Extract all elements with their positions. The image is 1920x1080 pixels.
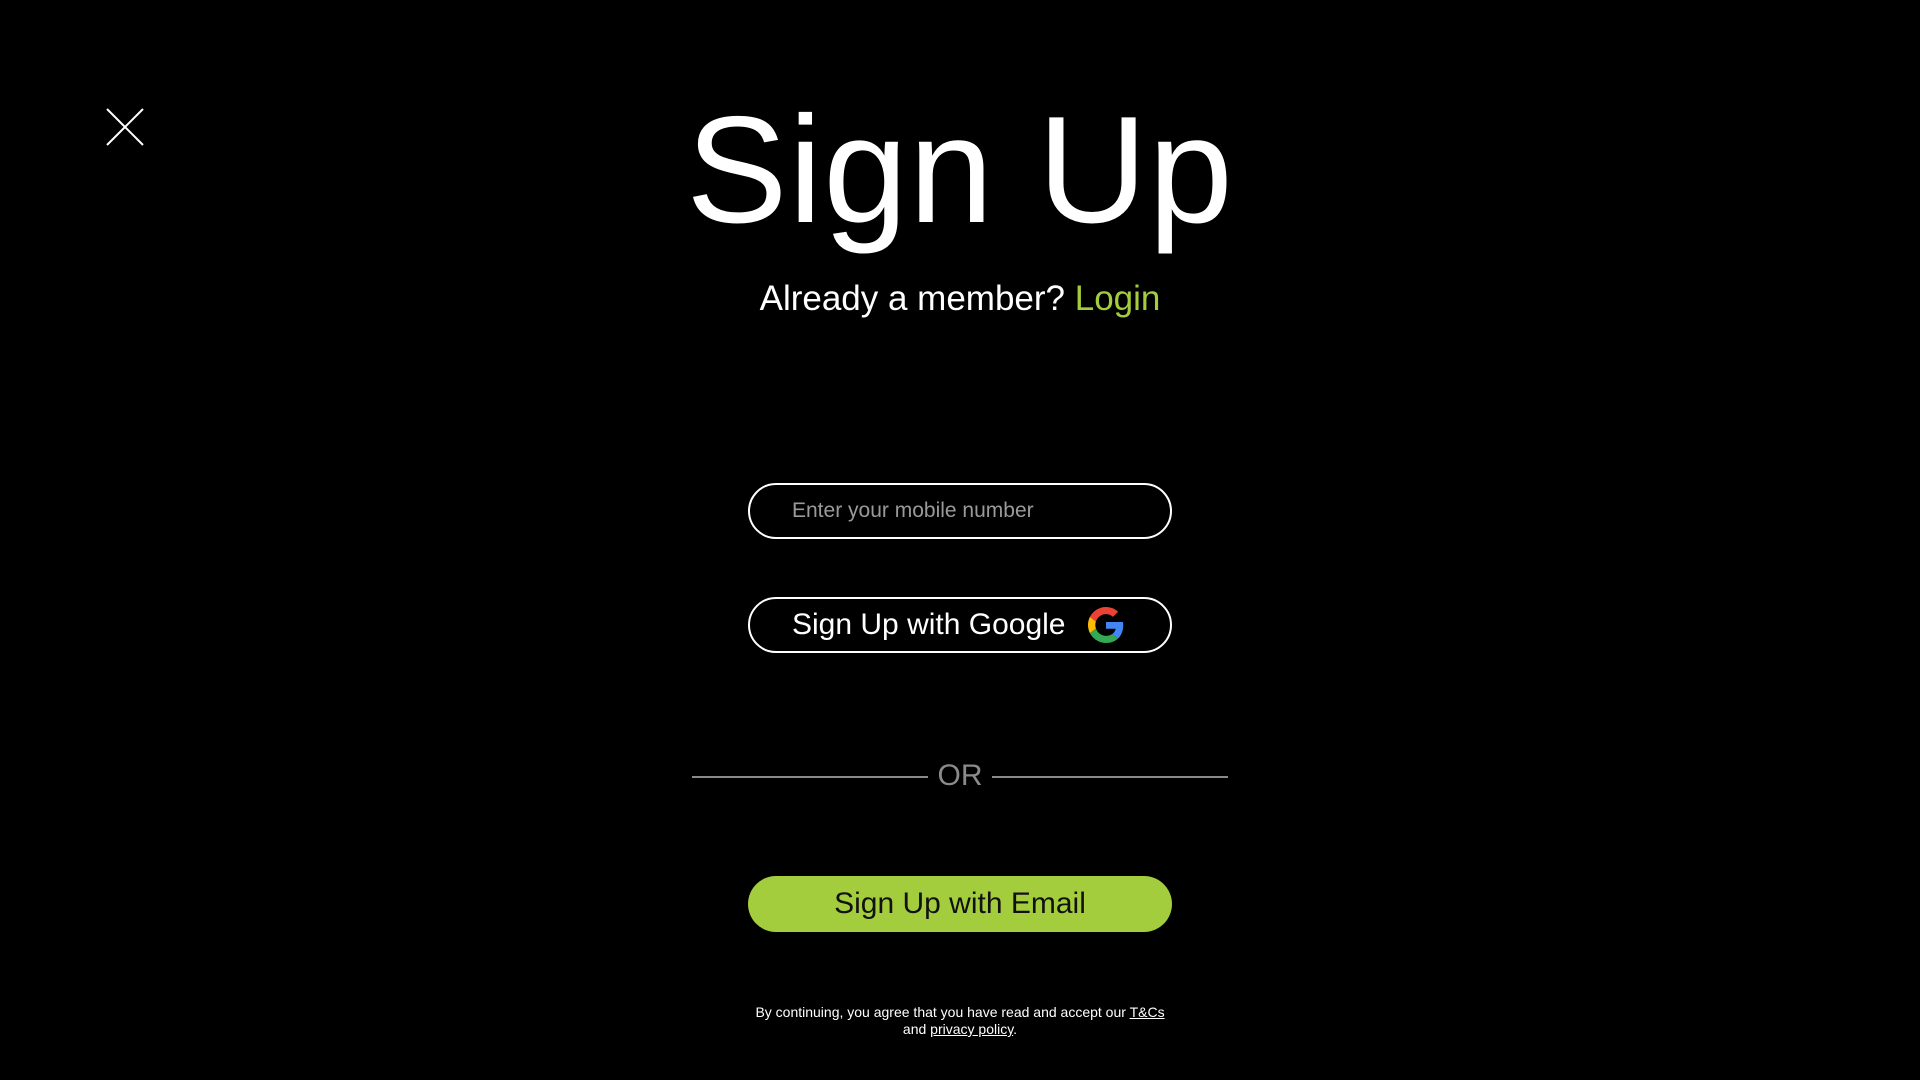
or-divider: OR [692, 756, 1228, 796]
terms-prefix: By continuing, you agree that you have r… [755, 1004, 1126, 1020]
terms-and: and [902, 1021, 927, 1037]
sign-up-page: Sign Up Already a member? Login Sign Up … [0, 0, 1920, 1080]
terms-notice: By continuing, you agree that you have r… [0, 1004, 1920, 1038]
member-prompt: Already a member? [759, 279, 1066, 318]
login-link[interactable]: Login [1075, 279, 1161, 318]
sign-up-with-google-button[interactable]: Sign Up with Google [748, 597, 1172, 653]
google-button-label: Sign Up with Google [792, 608, 1066, 641]
already-member-line: Already a member? Login [0, 278, 1920, 320]
mobile-number-input[interactable] [748, 483, 1172, 539]
terms-line-1: By continuing, you agree that you have r… [0, 1004, 1920, 1021]
divider-line-right [992, 776, 1228, 778]
privacy-policy-link[interactable]: privacy policy [930, 1021, 1013, 1037]
terms-period: . [1013, 1021, 1018, 1037]
page-title: Sign Up [686, 85, 1234, 255]
tcs-link[interactable]: T&Cs [1130, 1004, 1165, 1020]
sign-up-with-email-button[interactable]: Sign Up with Email [748, 876, 1172, 932]
terms-line-2: and privacy policy. [0, 1021, 1920, 1038]
google-icon [1087, 607, 1123, 643]
